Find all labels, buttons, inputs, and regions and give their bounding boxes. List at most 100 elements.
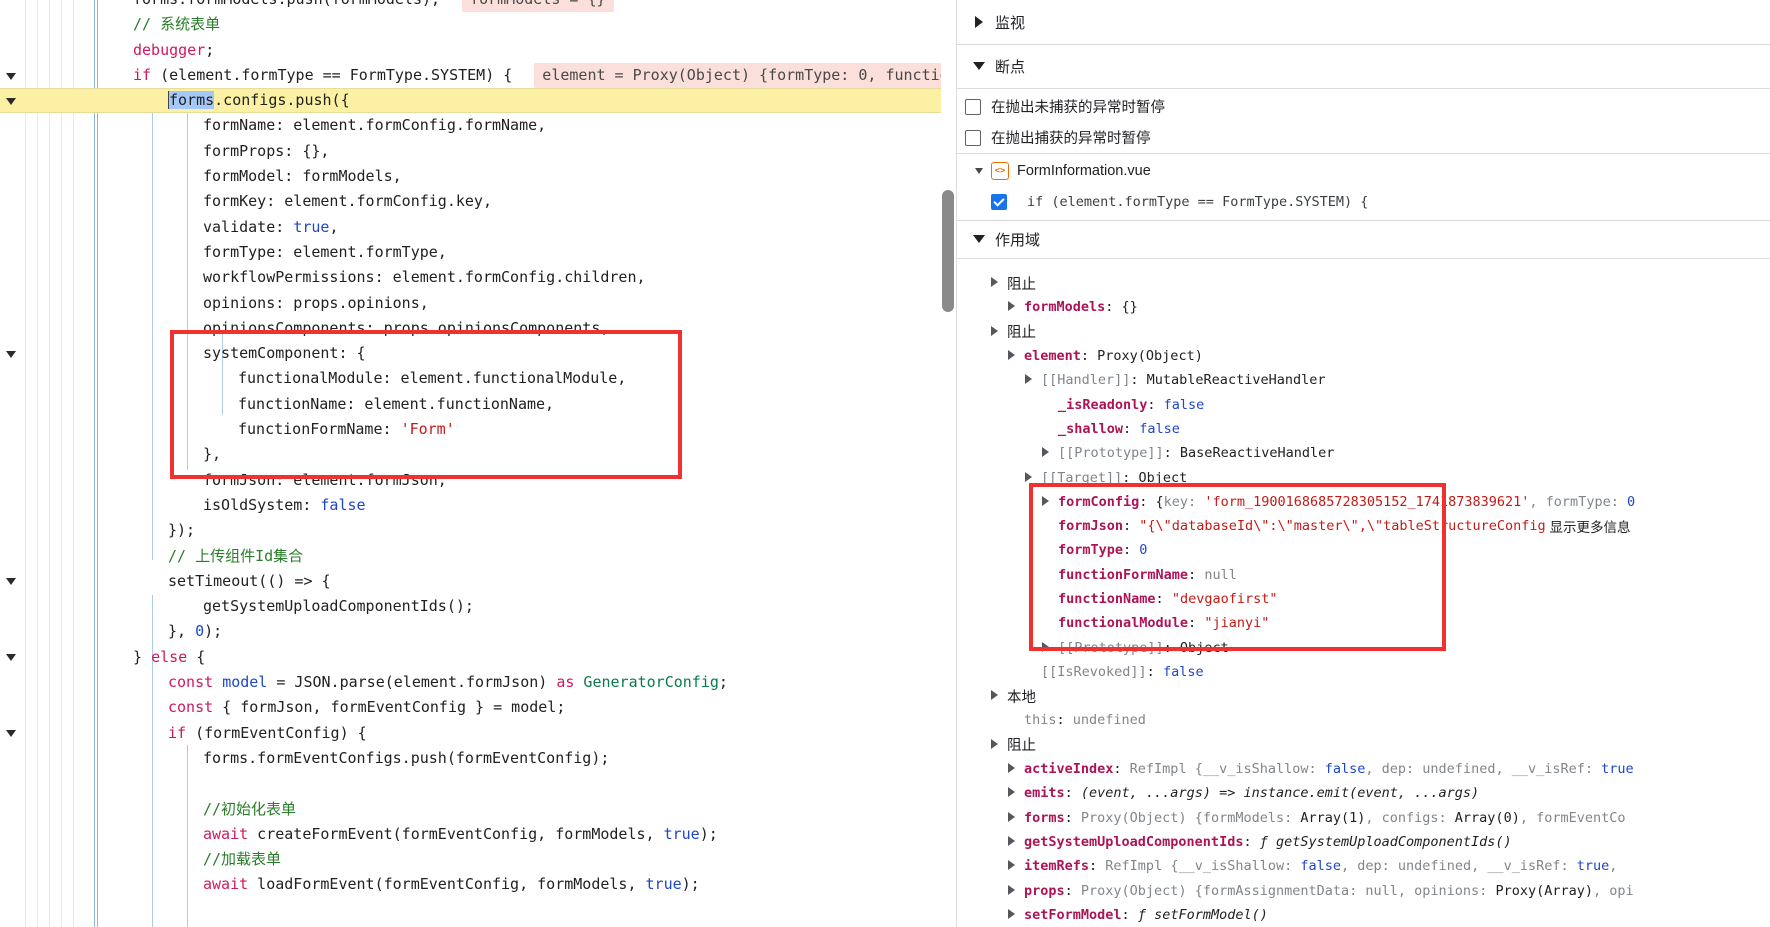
code-line[interactable]: formJson: element.formJson, — [0, 468, 956, 493]
code-line[interactable]: }, — [0, 442, 956, 467]
breakpoint-file-group[interactable]: <> FormInformation.vue — [957, 155, 1770, 187]
chevron-right-icon[interactable] — [1008, 785, 1020, 801]
code-line[interactable]: forms.configs.push({ — [0, 88, 956, 113]
scope-row[interactable]: setFormModel: ƒ setFormModel() — [957, 903, 1770, 927]
section-scope[interactable]: 作用域 — [957, 220, 1770, 258]
scrollbar-thumb[interactable] — [942, 190, 954, 312]
chevron-right-icon[interactable] — [1042, 640, 1054, 656]
section-watch[interactable]: 监视 — [957, 0, 1770, 44]
scope-row[interactable]: itemRefs: RefImpl {__v_isShallow: false,… — [957, 854, 1770, 878]
checkbox-icon[interactable] — [965, 99, 981, 115]
chevron-right-icon[interactable] — [1008, 858, 1020, 874]
scope-row[interactable]: emits: (event, ...args) => instance.emit… — [957, 781, 1770, 805]
breakpoint-checkbox-icon[interactable] — [991, 194, 1007, 210]
scope-row[interactable]: formModels: {} — [957, 295, 1770, 319]
code-line[interactable]: // 上传组件Id集合 — [0, 544, 956, 569]
code-line[interactable]: formModel: formModels, — [0, 164, 956, 189]
chevron-right-icon[interactable] — [1042, 494, 1054, 510]
scope-row[interactable]: activeIndex: RefImpl {__v_isShallow: fal… — [957, 757, 1770, 781]
fold-arrow-icon[interactable] — [6, 351, 16, 358]
code-line[interactable]: functionFormName: 'Form' — [0, 417, 956, 442]
scope-row[interactable]: _isReadonly: false — [957, 392, 1770, 416]
scope-row[interactable]: [[Prototype]]: Object — [957, 635, 1770, 659]
code-line[interactable]: if (element.formType == FormType.SYSTEM)… — [0, 63, 956, 88]
chevron-right-icon[interactable] — [991, 275, 1003, 291]
code-line[interactable]: forms.formEventConfigs.push(formEventCon… — [0, 746, 956, 771]
code-line[interactable]: //TODO: 暂不放开 工作流设有获取表单数据这个步骤 获取表单数据 — [0, 923, 956, 927]
code-line[interactable]: formKey: element.formConfig.key, — [0, 189, 956, 214]
scope-row[interactable]: functionName: "devgaofirst" — [957, 587, 1770, 611]
code-line[interactable]: //加载表单 — [0, 847, 956, 872]
code-line[interactable]: getSystemUploadComponentIds(); — [0, 594, 956, 619]
code-line[interactable]: if (formEventConfig) { — [0, 721, 956, 746]
code-line[interactable]: forms.formModels.push(formModels);formMo… — [0, 0, 956, 12]
chevron-right-icon[interactable] — [991, 688, 1003, 704]
chevron-right-icon[interactable] — [1008, 299, 1020, 315]
chevron-right-icon[interactable] — [1008, 834, 1020, 850]
code-line[interactable]: isOldSystem: false — [0, 493, 956, 518]
scope-row[interactable]: [[Target]]: Object — [957, 465, 1770, 489]
chevron-right-icon[interactable] — [1025, 372, 1037, 388]
scope-row[interactable]: formJson: "{\"databaseId\":\"master\",\"… — [957, 514, 1770, 538]
pause-on-caught-exceptions[interactable]: 在抛出捕获的异常时暂停 — [957, 122, 1770, 153]
code-line[interactable]: formProps: {}, — [0, 139, 956, 164]
code-line[interactable]: formType: element.formType, — [0, 240, 956, 265]
code-line[interactable]: debugger; — [0, 38, 956, 63]
chevron-right-icon[interactable] — [1008, 348, 1020, 364]
chevron-right-icon[interactable] — [1008, 907, 1020, 923]
code-line[interactable] — [0, 771, 956, 796]
scope-row[interactable]: forms: Proxy(Object) {formModels: Array(… — [957, 806, 1770, 830]
code-line[interactable]: }); — [0, 518, 956, 543]
scope-row[interactable]: formType: 0 — [957, 538, 1770, 562]
code-line[interactable]: formName: element.formConfig.formName, — [0, 113, 956, 138]
pause-on-uncaught-exceptions[interactable]: 在抛出未捕获的异常时暂停 — [957, 91, 1770, 122]
fold-arrow-icon[interactable] — [6, 654, 16, 661]
chevron-right-icon[interactable] — [1008, 761, 1020, 777]
code-line[interactable]: functionalModule: element.functionalModu… — [0, 366, 956, 391]
code-line[interactable]: await createFormEvent(formEventConfig, f… — [0, 822, 956, 847]
scope-row[interactable]: element: Proxy(Object) — [957, 344, 1770, 368]
scope-row[interactable]: this: undefined — [957, 708, 1770, 732]
code-line[interactable]: const model = JSON.parse(element.formJso… — [0, 670, 956, 695]
chevron-right-icon[interactable] — [1008, 810, 1020, 826]
fold-arrow-icon[interactable] — [6, 730, 16, 737]
scope-row[interactable]: functionFormName: null — [957, 563, 1770, 587]
code-line[interactable]: const { formJson, formEventConfig } = mo… — [0, 695, 956, 720]
checkbox-icon[interactable] — [965, 130, 981, 146]
scope-row[interactable]: [[Prototype]]: BaseReactiveHandler — [957, 441, 1770, 465]
chevron-right-icon[interactable] — [1008, 883, 1020, 899]
code-line[interactable]: systemComponent: { — [0, 341, 956, 366]
code-line[interactable] — [0, 898, 956, 923]
code-line[interactable]: } else { — [0, 645, 956, 670]
code-line[interactable]: setTimeout(() => { — [0, 569, 956, 594]
chevron-right-icon[interactable] — [1025, 470, 1037, 486]
scope-row[interactable]: getSystemUploadComponentIds: ƒ getSystem… — [957, 830, 1770, 854]
chevron-right-icon[interactable] — [991, 737, 1003, 753]
vertical-scrollbar[interactable] — [941, 0, 956, 927]
code-line[interactable]: // 系统表单 — [0, 12, 956, 37]
fold-arrow-icon[interactable] — [6, 73, 16, 80]
code-line[interactable]: await loadFormEvent(formEventConfig, for… — [0, 872, 956, 897]
scope-row[interactable]: formConfig: {key: 'form_1900168685728305… — [957, 490, 1770, 514]
chevron-right-icon[interactable] — [1042, 445, 1054, 461]
code-line[interactable]: opinionsComponents: props.opinionsCompon… — [0, 316, 956, 341]
fold-arrow-icon[interactable] — [6, 578, 16, 585]
scope-row[interactable]: [[IsRevoked]]: false — [957, 660, 1770, 684]
scope-row[interactable]: 阻止 — [957, 271, 1770, 295]
section-breakpoints[interactable]: 断点 — [957, 44, 1770, 88]
scope-row[interactable]: 阻止 — [957, 733, 1770, 757]
scope-row[interactable]: 阻止 — [957, 320, 1770, 344]
scope-row[interactable]: _shallow: false — [957, 417, 1770, 441]
code-line[interactable]: opinions: props.opinions, — [0, 291, 956, 316]
chevron-right-icon[interactable] — [991, 324, 1003, 340]
code-line[interactable]: functionName: element.functionName, — [0, 392, 956, 417]
code-line[interactable]: //初始化表单 — [0, 797, 956, 822]
code-line[interactable]: }, 0); — [0, 619, 956, 644]
code-line[interactable]: validate: true, — [0, 215, 956, 240]
fold-arrow-icon[interactable] — [6, 98, 16, 105]
scope-row[interactable]: 本地 — [957, 684, 1770, 708]
scope-row[interactable]: [[Handler]]: MutableReactiveHandler — [957, 368, 1770, 392]
code-line[interactable]: workflowPermissions: element.formConfig.… — [0, 265, 956, 290]
scope-row[interactable]: functionalModule: "jianyi" — [957, 611, 1770, 635]
scope-row[interactable]: props: Proxy(Object) {formAssignmentData… — [957, 878, 1770, 902]
